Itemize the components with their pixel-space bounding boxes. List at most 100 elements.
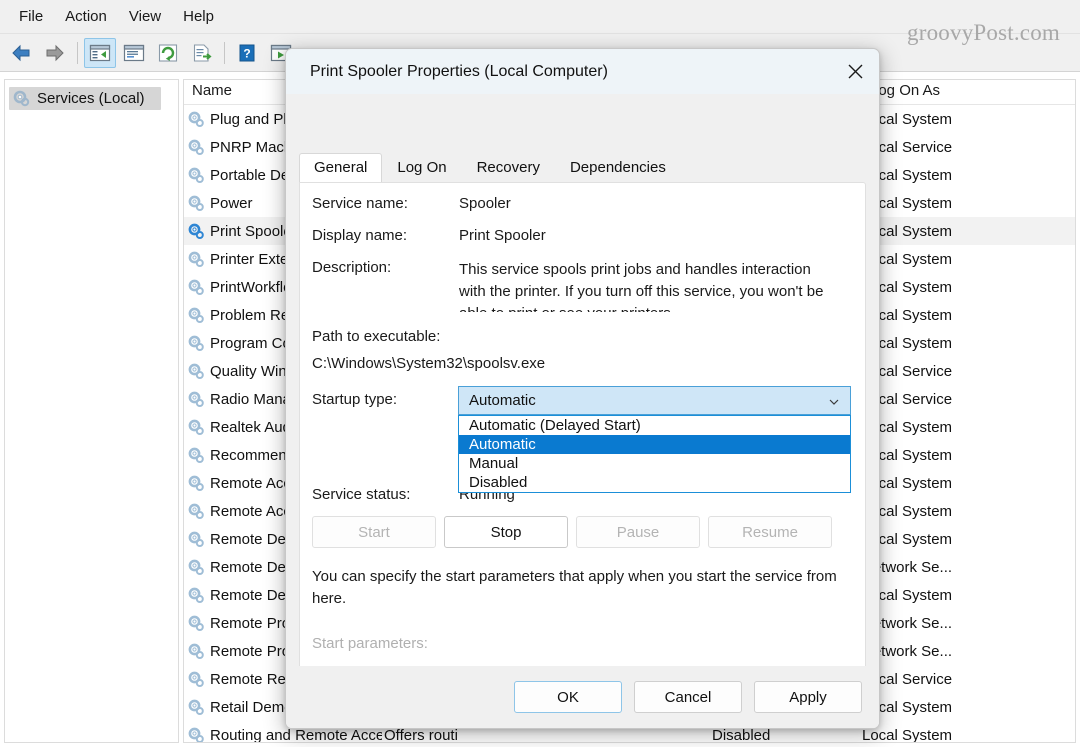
column-header-log-on-as[interactable]: Log On As — [862, 80, 1042, 104]
path-to-executable-value[interactable]: C:\Windows\System32\spoolsv.exe — [312, 355, 545, 372]
start-parameters-help-text: You can specify the start parameters tha… — [312, 568, 837, 607]
service-status-label: Service status: — [312, 486, 411, 503]
service-gear-icon — [188, 139, 204, 155]
service-gear-icon — [188, 279, 204, 295]
service-control-buttons: Start Stop Pause Resume — [312, 516, 840, 548]
dialog-body: General Log On Recovery Dependencies Ser… — [286, 94, 879, 728]
tab-log-on[interactable]: Log On — [382, 153, 461, 182]
service-gear-icon — [188, 531, 204, 547]
show-hide-console-tree-icon[interactable] — [84, 37, 116, 68]
startup-type-selected-value: Automatic — [469, 392, 536, 409]
service-gear-icon — [188, 671, 204, 687]
service-gear-icon — [188, 223, 204, 239]
service-logon-cell: Local System — [862, 194, 953, 212]
chevron-down-icon — [829, 399, 839, 405]
display-name-value: Print Spooler — [459, 227, 546, 244]
service-logon-cell: Local Service — [862, 670, 953, 688]
service-gear-icon — [188, 335, 204, 351]
stop-button[interactable]: Stop — [444, 516, 568, 548]
export-list-icon[interactable] — [186, 38, 218, 68]
startup-type-dropdown-list[interactable]: Automatic (Delayed Start) Automatic Manu… — [458, 415, 851, 493]
services-console-window: File Action View Help groovyPost.com ? S… — [0, 0, 1080, 747]
toolbar-separator — [77, 41, 78, 64]
close-icon[interactable] — [831, 49, 879, 94]
service-gear-icon — [188, 363, 204, 379]
service-name-text: Power — [210, 194, 253, 212]
service-gear-icon — [188, 643, 204, 659]
service-gear-icon — [188, 699, 204, 715]
service-logon-cell: Local Service — [862, 390, 953, 408]
startup-type-combobox[interactable]: Automatic — [458, 386, 851, 415]
startup-option-automatic[interactable]: Automatic — [459, 435, 850, 454]
startup-option-disabled[interactable]: Disabled — [459, 473, 850, 492]
service-name-row: Service name: Spooler — [312, 195, 511, 212]
service-logon-cell: Local System — [862, 306, 953, 324]
start-parameters-label: Start parameters: — [312, 635, 428, 652]
back-arrow-icon[interactable] — [5, 38, 37, 68]
service-logon-cell: Local System — [862, 278, 953, 296]
service-logon-cell: Local System — [862, 166, 953, 184]
service-logon-cell: Local System — [862, 418, 953, 436]
startup-type-label: Startup type: — [312, 391, 398, 408]
apply-button[interactable]: Apply — [754, 681, 862, 713]
service-logon-cell: Local System — [862, 446, 953, 464]
service-logon-cell: Network Se... — [862, 558, 953, 576]
console-tree-pane: Services (Local) — [4, 79, 179, 743]
tab-recovery[interactable]: Recovery — [462, 153, 555, 182]
service-gear-icon — [188, 615, 204, 631]
refresh-icon[interactable] — [152, 38, 184, 68]
service-name-text: Print Spooler — [210, 222, 297, 240]
service-gear-icon — [188, 419, 204, 435]
service-logon-cell: Local System — [862, 502, 953, 520]
general-tab-panel: Service name: Spooler Display name: Prin… — [299, 182, 866, 728]
help-icon[interactable]: ? — [231, 38, 263, 68]
dialog-titlebar[interactable]: Print Spooler Properties (Local Computer… — [286, 49, 879, 94]
service-logon-cell: Local Service — [862, 138, 953, 156]
service-logon-cell: Local System — [862, 530, 953, 548]
pause-button[interactable]: Pause — [576, 516, 700, 548]
svg-text:?: ? — [243, 46, 250, 60]
description-row: Description: — [312, 259, 459, 276]
tab-dependencies[interactable]: Dependencies — [555, 153, 681, 182]
cancel-button[interactable]: Cancel — [634, 681, 742, 713]
path-label-row: Path to executable: — [312, 328, 440, 345]
service-logon-cell: Local System — [862, 334, 953, 352]
service-gear-icon — [188, 559, 204, 575]
forward-arrow-icon[interactable] — [39, 38, 71, 68]
dialog-title: Print Spooler Properties (Local Computer… — [310, 62, 608, 80]
resume-button[interactable]: Resume — [708, 516, 832, 548]
ok-button[interactable]: OK — [514, 681, 622, 713]
service-gear-icon — [188, 111, 204, 127]
service-gear-icon — [188, 391, 204, 407]
properties-icon[interactable] — [118, 38, 150, 68]
service-logon-cell: Network Se... — [862, 614, 953, 632]
tree-node-services-local[interactable]: Services (Local) — [9, 87, 161, 110]
start-button[interactable]: Start — [312, 516, 436, 548]
dialog-footer: OK Cancel Apply — [286, 666, 879, 728]
startup-option-automatic-delayed[interactable]: Automatic (Delayed Start) — [459, 416, 850, 435]
startup-option-manual[interactable]: Manual — [459, 454, 850, 473]
service-logon-cell: Local System — [862, 110, 953, 128]
service-name-label: Service name: — [312, 195, 408, 212]
menu-item-action[interactable]: Action — [54, 5, 118, 28]
tree-node-label: Services (Local) — [37, 90, 145, 107]
service-logon-cell: Local System — [862, 250, 953, 268]
service-logon-cell: Local System — [862, 586, 953, 604]
dialog-tabstrip: General Log On Recovery Dependencies — [299, 153, 681, 182]
menu-item-view[interactable]: View — [118, 5, 172, 28]
service-gear-icon — [188, 195, 204, 211]
service-gear-icon — [188, 475, 204, 491]
menu-item-help[interactable]: Help — [172, 5, 225, 28]
menu-item-file[interactable]: File — [8, 5, 54, 28]
service-logon-cell: Local System — [862, 222, 953, 240]
menu-bar: File Action View Help — [0, 0, 1080, 34]
description-value[interactable]: This service spools print jobs and handl… — [459, 259, 841, 312]
services-gear-icon — [13, 90, 30, 107]
service-gear-icon — [188, 447, 204, 463]
tab-general[interactable]: General — [299, 153, 383, 182]
service-name-value: Spooler — [459, 195, 511, 212]
service-gear-icon — [188, 587, 204, 603]
service-gear-icon — [188, 307, 204, 323]
toolbar-separator-2 — [224, 41, 225, 64]
display-name-label: Display name: — [312, 227, 408, 244]
